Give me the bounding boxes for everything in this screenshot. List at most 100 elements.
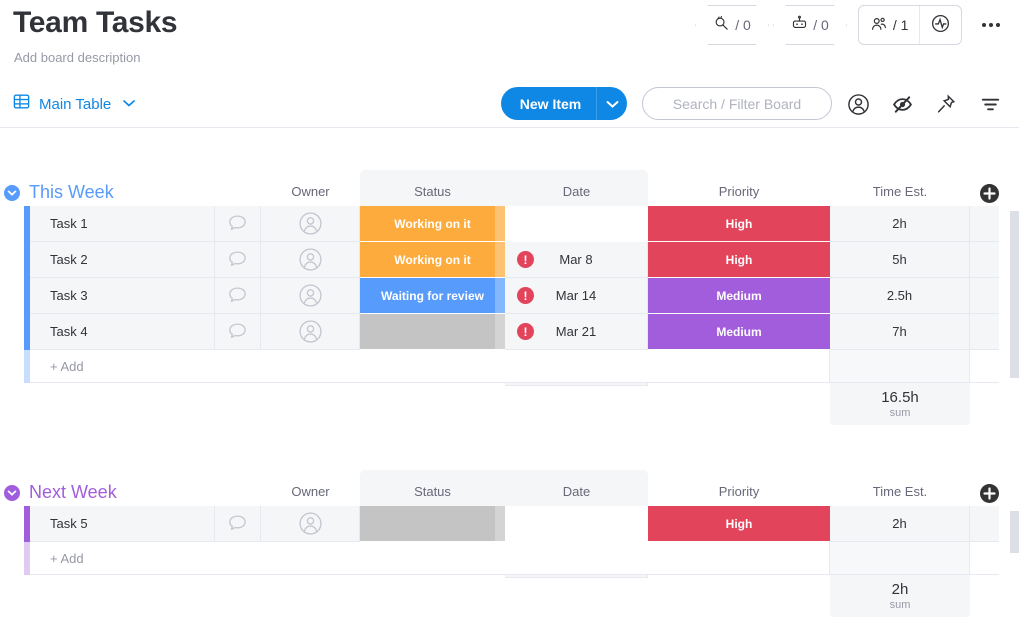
sum-label: sum — [890, 599, 911, 612]
column-header-date[interactable]: Date — [505, 478, 648, 506]
priority-label: High — [726, 517, 753, 531]
tab-main-table[interactable]: Main Table — [12, 88, 135, 120]
row-name-cell[interactable]: Task 2 — [30, 242, 215, 278]
status-cell[interactable] — [360, 506, 505, 542]
ellipsis-icon — [996, 23, 1000, 27]
chevron-down-icon[interactable] — [597, 100, 627, 108]
column-header-owner[interactable]: Owner — [261, 478, 360, 506]
time-est-cell[interactable]: 7h — [830, 314, 970, 350]
priority-cell[interactable]: High — [648, 242, 830, 278]
integrations-count: / 0 — [735, 17, 751, 33]
priority-cell[interactable]: Medium — [648, 278, 830, 314]
row-name-cell[interactable]: Task 1 — [30, 206, 215, 242]
column-header-time-est[interactable]: Time Est. — [830, 178, 970, 206]
column-header-status[interactable]: Status — [360, 478, 505, 506]
priority-cell[interactable]: High — [648, 206, 830, 242]
group-header: This Week Owner Status Date Priority Tim… — [0, 170, 1019, 206]
table-row[interactable]: Task 1Working on it!Mar 8High2h — [0, 206, 1019, 242]
owner-avatar-icon[interactable] — [261, 206, 360, 242]
pin-icon[interactable] — [932, 90, 960, 118]
status-fold — [495, 242, 505, 277]
status-cell[interactable] — [360, 314, 505, 350]
group-title[interactable]: This Week — [29, 182, 114, 203]
owner-avatar-icon[interactable] — [261, 278, 360, 314]
owner-avatar-icon[interactable] — [261, 314, 360, 350]
row-name-cell[interactable]: Task 5 — [30, 506, 215, 542]
priority-label: Medium — [716, 289, 761, 303]
owner-avatar-icon[interactable] — [261, 242, 360, 278]
table-row[interactable]: Task 4!Mar 29Medium7h — [0, 314, 1019, 350]
time-est-cell[interactable]: 2h — [830, 206, 970, 242]
comment-bubble-icon[interactable] — [215, 206, 261, 242]
integrations-badge[interactable]: / 0 — [695, 5, 769, 45]
comment-bubble-icon[interactable] — [215, 242, 261, 278]
table-row[interactable]: Task 2Working on it!Mar 14High5h — [0, 242, 1019, 278]
time-est-cell[interactable]: 5h — [830, 242, 970, 278]
row-trailing-pad — [970, 206, 999, 242]
add-row[interactable]: + Add — [0, 350, 1019, 383]
group-title[interactable]: Next Week — [29, 482, 117, 503]
add-column-button[interactable] — [980, 484, 999, 503]
members-button[interactable]: / 1 — [859, 6, 920, 44]
comment-bubble-icon[interactable] — [215, 278, 261, 314]
table-row[interactable]: Task 5 High 2h — [0, 506, 1019, 542]
time-est-cell[interactable]: 2.5h — [830, 278, 970, 314]
people-icon — [870, 15, 888, 36]
add-row[interactable]: + Add — [0, 542, 1019, 575]
status-cell[interactable]: Working on it — [360, 206, 505, 242]
automations-badge[interactable]: / 0 — [773, 5, 847, 45]
eye-slash-icon[interactable] — [888, 90, 916, 118]
status-fold — [495, 278, 505, 313]
status-label: Waiting for review — [381, 289, 484, 303]
add-row-trailing-pad — [970, 350, 999, 383]
new-item-button[interactable]: New Item — [501, 87, 627, 120]
column-header-owner[interactable]: Owner — [261, 178, 360, 206]
header-pill-group: / 1 — [858, 5, 962, 45]
time-est-label: 2h — [892, 516, 906, 531]
status-cell[interactable]: Working on it — [360, 242, 505, 278]
column-header-priority[interactable]: Priority — [648, 478, 830, 506]
comment-bubble-icon[interactable] — [215, 314, 261, 350]
priority-label: High — [726, 253, 753, 267]
chevron-down-icon[interactable] — [123, 98, 135, 110]
group-summary-row: 2hsum — [0, 575, 1019, 617]
search-placeholder: Search / Filter Board — [673, 96, 801, 112]
column-header-date[interactable]: Date — [505, 178, 648, 206]
search-input[interactable]: Search / Filter Board — [642, 87, 832, 120]
row-name-cell[interactable]: Task 4 — [30, 314, 215, 350]
add-row-input[interactable]: + Add — [30, 542, 830, 575]
group-collapse-toggle[interactable] — [4, 485, 20, 501]
add-row-input[interactable]: + Add — [30, 350, 830, 383]
comment-bubble-icon[interactable] — [215, 506, 261, 542]
filter-icon[interactable] — [976, 90, 1004, 118]
column-header-priority[interactable]: Priority — [648, 178, 830, 206]
owner-avatar-icon[interactable] — [261, 506, 360, 542]
time-est-label: 5h — [892, 252, 906, 267]
row-name-cell[interactable]: Task 3 — [30, 278, 215, 314]
time-est-label: 7h — [892, 324, 906, 339]
person-circle-icon[interactable] — [844, 90, 872, 118]
status-fold — [495, 206, 505, 241]
group-rows: Task 5 High 2h + Add2hsum — [0, 506, 1019, 617]
priority-label: High — [726, 217, 753, 231]
status-cell[interactable]: Waiting for review — [360, 278, 505, 314]
automations-count: / 0 — [813, 17, 829, 33]
row-trailing-pad — [970, 314, 999, 350]
group-this-week: This Week Owner Status Date Priority Tim… — [0, 170, 1019, 425]
priority-cell[interactable]: High — [648, 506, 830, 542]
activity-button[interactable] — [920, 6, 961, 44]
board-description[interactable]: Add board description — [14, 50, 140, 65]
horizontal-scroll-gutter[interactable] — [1010, 211, 1019, 378]
group-collapse-toggle[interactable] — [4, 185, 20, 201]
time-est-cell[interactable]: 2h — [830, 506, 970, 542]
add-column-button[interactable] — [980, 184, 999, 203]
more-options-button[interactable] — [975, 12, 1007, 38]
horizontal-scroll-gutter[interactable] — [1010, 511, 1019, 553]
column-header-status[interactable]: Status — [360, 178, 505, 206]
time-est-sum: 2hsum — [830, 575, 970, 617]
column-header-time-est[interactable]: Time Est. — [830, 478, 970, 506]
robot-automation-icon — [791, 15, 808, 35]
priority-cell[interactable]: Medium — [648, 314, 830, 350]
board-header: Team Tasks Add board description / 0 — [0, 0, 1019, 80]
table-row[interactable]: Task 3Waiting for review!Mar 21Medium2.5… — [0, 278, 1019, 314]
